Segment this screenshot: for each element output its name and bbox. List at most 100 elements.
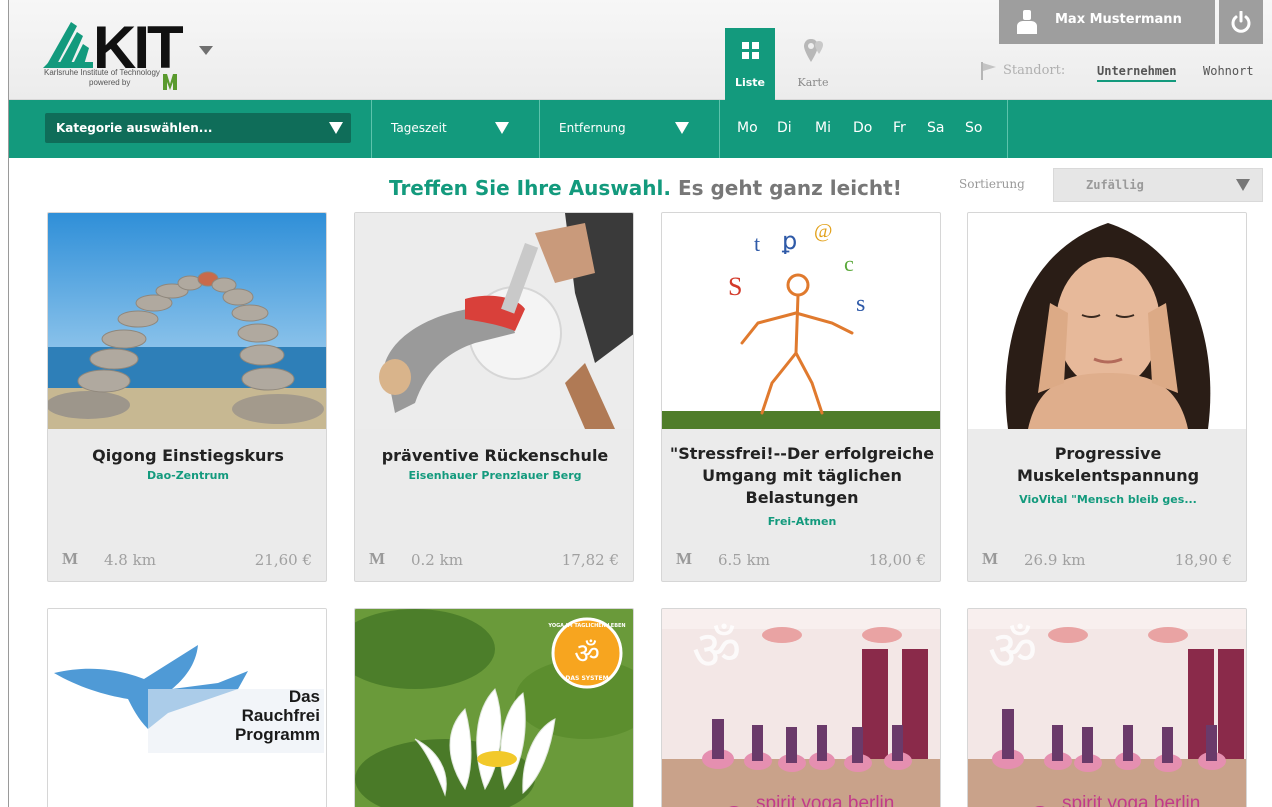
power-icon [1231, 11, 1251, 33]
user-menu-button[interactable]: Max Mustermann [999, 0, 1215, 44]
course-card[interactable]: Progressive Muskelentspannung VioVital "… [967, 212, 1247, 582]
divider [371, 100, 372, 158]
category-dropdown[interactable]: Kategorie auswählen... [45, 113, 351, 143]
course-title: Progressive Muskelentspannung [1016, 444, 1200, 485]
day-mo[interactable]: Mo [737, 120, 758, 136]
divider [719, 100, 720, 158]
logout-button[interactable] [1219, 0, 1263, 44]
user-name: Max Mustermann [1055, 12, 1182, 27]
course-card[interactable]: ॐ spirit yoga berlin [661, 608, 941, 807]
course-price: 21,60 € [254, 551, 312, 569]
view-liste-label: Liste [734, 76, 766, 89]
course-card[interactable]: Das Rauchfrei Programm [47, 608, 327, 807]
m-logo-icon: M [982, 549, 999, 568]
page-headline: Treffen Sie Ihre Auswahl. Es geht ganz l… [389, 176, 902, 200]
chevron-down-icon[interactable] [199, 46, 213, 55]
map-pin-icon [804, 39, 823, 62]
chevron-down-icon [329, 122, 343, 134]
m-logo-icon: M [62, 549, 79, 568]
svg-text:ॐ: ॐ [692, 619, 741, 682]
course-distance: 4.8 km [104, 551, 156, 569]
chevron-down-icon[interactable] [495, 122, 509, 134]
yoga-badge-bottom: DAS SYSTEM [565, 675, 609, 682]
user-icon [1017, 10, 1037, 34]
divider [539, 100, 540, 158]
spirit-yoga-logo-text: spirit yoga berlin [756, 793, 895, 807]
day-so[interactable]: So [965, 120, 982, 136]
standort-selector: Standort: Unternehmen Wohnort [981, 60, 1272, 82]
rauchfrei-line: Rauchfrei [241, 706, 320, 725]
sort-dropdown[interactable]: Zufällig [1053, 168, 1263, 202]
standort-option-unternehmen[interactable]: Unternehmen [1097, 64, 1177, 82]
filter-bar: Kategorie auswählen... Tageszeit Entfern… [9, 100, 1272, 158]
yoga-badge-top: YOGA IM TÄGLICHEN LEBEN [548, 623, 626, 629]
rauchfrei-line: Programm [234, 725, 320, 744]
user-bar: Max Mustermann [999, 0, 1272, 44]
course-image-back-training [355, 213, 633, 429]
view-toggle-karte[interactable]: Karte [785, 28, 841, 100]
view-toggle-liste[interactable]: Liste [725, 28, 775, 100]
standort-label: Standort: [1003, 63, 1066, 78]
course-provider: Frei-Atmen [767, 515, 837, 528]
svg-text:ॐ: ॐ [574, 637, 600, 670]
logo-subtitle: Karlsruhe Institute of Technology [44, 68, 160, 77]
svg-text:t: t [754, 231, 760, 256]
course-price: 18,90 € [1174, 551, 1232, 569]
course-provider: Eisenhauer Prenzlauer Berg [408, 469, 582, 482]
sort-label: Sortierung [959, 177, 1025, 191]
course-title: präventive Rückenschule [381, 446, 609, 465]
rauchfrei-logo-text: Das Rauchfrei Programm [208, 687, 320, 744]
category-dropdown-label: Kategorie auswählen... [56, 121, 213, 135]
day-fr[interactable]: Fr [893, 120, 906, 136]
standort-option-wohnort[interactable]: Wohnort [1203, 64, 1254, 78]
course-distance: 26.9 km [1024, 551, 1086, 569]
course-card[interactable]: ॐ YOGA IM TÄGLICHEN LEBEN DAS SYSTEM [354, 608, 634, 807]
course-image-stones [48, 213, 326, 429]
view-karte-label: Karte [797, 76, 829, 89]
course-image-yoga-class: ॐ [662, 609, 940, 807]
divider [1007, 100, 1008, 158]
headline-rest: Es geht ganz leicht! [670, 176, 902, 200]
course-provider: VioVital "Mensch bleib ges... [1019, 493, 1197, 506]
course-title: "Stressfrei!--Der erfolgreiche Umgang mi… [669, 444, 935, 507]
entfernung-filter[interactable]: Entfernung [559, 121, 626, 135]
headline-strong: Treffen Sie Ihre Auswahl. [389, 176, 671, 200]
day-mi[interactable]: Mi [815, 120, 831, 136]
sort-value: Zufällig [1086, 178, 1144, 192]
course-provider: Dao-Zentrum [147, 469, 229, 482]
svg-text:S: S [728, 272, 742, 301]
flag-icon [981, 62, 996, 80]
svg-text:c: c [844, 251, 854, 276]
svg-text:@: @ [814, 220, 832, 242]
course-distance: 0.2 km [411, 551, 463, 569]
svg-text:ꝑ: ꝑ [781, 229, 797, 255]
course-card[interactable]: präventive Rückenschule Eisenhauer Prenz… [354, 212, 634, 582]
course-image-juggler: S t ꝑ @ c s [662, 213, 940, 429]
course-image-relaxation [968, 213, 1246, 429]
course-card[interactable]: S t ꝑ @ c s "Stressfrei!--Der erfolgreic… [661, 212, 941, 582]
course-distance: 6.5 km [718, 551, 770, 569]
rauchfrei-line: Das [288, 687, 320, 706]
course-image-lotus: ॐ [355, 609, 633, 807]
m-logo-icon: M [676, 549, 693, 568]
chevron-down-icon [1236, 179, 1250, 191]
day-do[interactable]: Do [853, 120, 872, 136]
logo-powered-by: powered by [89, 78, 131, 87]
day-sa[interactable]: Sa [927, 120, 944, 136]
svg-text:ॐ: ॐ [988, 619, 1037, 682]
header: KIT Karlsruhe Institute of Technology po… [9, 0, 1272, 100]
m-logo-icon: M [369, 549, 386, 568]
day-di[interactable]: Di [777, 120, 792, 136]
course-price: 17,82 € [561, 551, 619, 569]
grid-icon [742, 42, 759, 59]
course-title: Qigong Einstiegskurs [92, 446, 284, 465]
spirit-yoga-logo-text: spirit yoga berlin [1062, 793, 1201, 807]
chevron-down-icon[interactable] [675, 122, 689, 134]
course-card[interactable]: ॐ spirit yoga berlin [967, 608, 1247, 807]
course-price: 18,00 € [868, 551, 926, 569]
course-card[interactable]: Qigong Einstiegskurs Dao-Zentrum M 4.8 k… [47, 212, 327, 582]
app-frame: KIT Karlsruhe Institute of Technology po… [8, 0, 1272, 807]
svg-text:s: s [856, 291, 865, 317]
tageszeit-filter[interactable]: Tageszeit [391, 121, 447, 135]
course-image-yoga-class: ॐ [968, 609, 1246, 807]
